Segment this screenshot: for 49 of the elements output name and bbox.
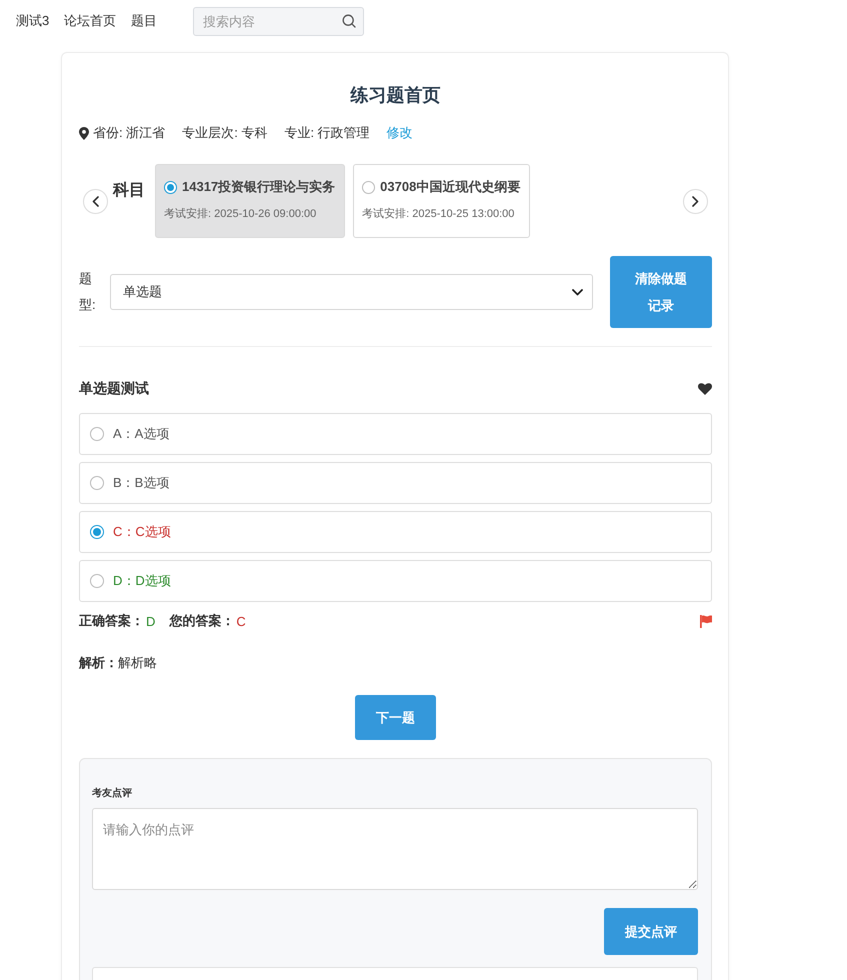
nav-link[interactable]: 测试3 bbox=[16, 12, 50, 30]
radio-button[interactable] bbox=[362, 180, 376, 194]
nav-link[interactable]: 题目 bbox=[131, 12, 158, 30]
correct-answer-label: 正确答案： bbox=[79, 612, 144, 630]
user-answer-value: C bbox=[236, 614, 246, 628]
answer-option[interactable]: D：D选项 bbox=[79, 560, 712, 602]
answer-option[interactable]: C：C选项 bbox=[79, 511, 712, 553]
subject-name: 03708中国近现代史纲要 bbox=[380, 178, 520, 196]
subject-name: 14317投资银行理论与实务 bbox=[182, 178, 336, 196]
option-text: B：B选项 bbox=[113, 474, 170, 492]
chevron-left-icon bbox=[92, 196, 99, 206]
profile-info-text: 专业层次: 专科 bbox=[182, 124, 268, 142]
profile-info-text: 省份: 浙江省 bbox=[93, 124, 166, 142]
subject-card[interactable]: 14317投资银行理论与实务 考试安排: 2025-10-26 09:00:00 bbox=[155, 164, 346, 238]
user-answer-label: 您的答案： bbox=[169, 612, 234, 630]
map-pin-icon bbox=[79, 126, 89, 140]
page-title: 练习题首页 bbox=[349, 84, 442, 107]
search-field[interactable]: 搜索内容 bbox=[193, 6, 364, 36]
answer-option[interactable]: B：B选项 bbox=[79, 462, 712, 504]
correct-answer-value: D bbox=[146, 614, 156, 628]
flag-icon[interactable] bbox=[700, 614, 712, 628]
analysis-text: 解析略 bbox=[118, 654, 157, 672]
radio-button[interactable] bbox=[90, 476, 104, 490]
subject-card[interactable]: 03708中国近现代史纲要 考试安排: 2025-10-25 13:00:00 bbox=[353, 164, 530, 238]
exam-schedule-text: 考试安排: 2025-10-26 09:00:00 bbox=[164, 207, 318, 221]
next-button[interactable] bbox=[683, 188, 708, 214]
heart-icon[interactable] bbox=[698, 383, 712, 395]
question-title: 单选题测试 bbox=[79, 380, 149, 398]
nav-link[interactable]: 论坛首页 bbox=[64, 12, 116, 30]
option-text: C：C选项 bbox=[113, 523, 171, 541]
question-type-label: 题型: bbox=[79, 270, 97, 314]
comment-field[interactable]: 请输入你的点评 bbox=[92, 808, 698, 890]
option-text: A：A选项 bbox=[113, 425, 170, 443]
previous-button[interactable] bbox=[83, 188, 108, 214]
search-icon[interactable] bbox=[342, 14, 356, 28]
subject-label: 科目 bbox=[113, 180, 145, 200]
radio-button[interactable] bbox=[90, 525, 104, 539]
analysis-label: 解析： bbox=[79, 654, 118, 672]
profile-info-text: 专业: 行政管理 bbox=[284, 124, 370, 142]
comment-panel-title: 考友点评 bbox=[92, 787, 133, 801]
chevron-right-icon bbox=[692, 196, 699, 206]
answer-option[interactable]: A：A选项 bbox=[79, 413, 712, 455]
exam-schedule-text: 考试安排: 2025-10-25 13:00:00 bbox=[362, 207, 516, 221]
radio-button[interactable] bbox=[164, 180, 177, 194]
radio-button[interactable] bbox=[90, 574, 104, 588]
option-text: D：D选项 bbox=[113, 572, 171, 590]
chevron-down-icon bbox=[572, 288, 583, 296]
radio-button[interactable] bbox=[90, 427, 104, 441]
question-type-select[interactable]: 单选题 bbox=[110, 274, 593, 310]
